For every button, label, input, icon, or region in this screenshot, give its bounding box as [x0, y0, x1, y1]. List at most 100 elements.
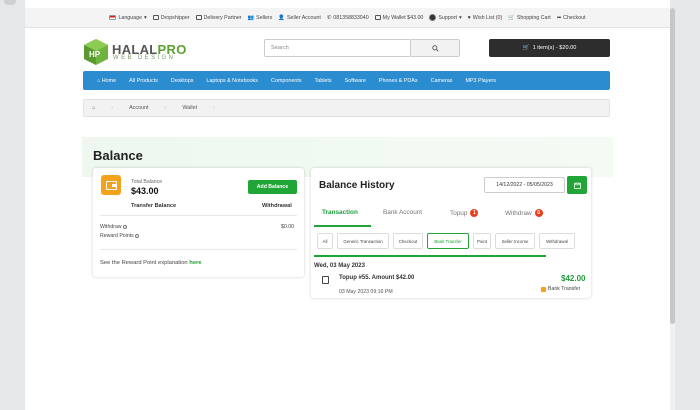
- nav-item-cameras[interactable]: Cameras: [431, 78, 453, 84]
- scrollbar[interactable]: [670, 8, 675, 410]
- info-icon[interactable]: [123, 224, 128, 229]
- divider: [100, 249, 297, 250]
- support-menu[interactable]: Support ▾: [429, 14, 462, 21]
- breadcrumb-separator: ›: [111, 105, 114, 111]
- breadcrumb-wallet[interactable]: Wallet: [182, 105, 197, 111]
- reward-points-label: Reward Points: [100, 233, 134, 239]
- reward-explanation: See the Reward Point explanation here: [100, 260, 202, 266]
- users-icon: 👥: [247, 14, 255, 21]
- language-label: Language: [118, 14, 143, 21]
- wallet-icon: [101, 175, 121, 195]
- nav-item-software[interactable]: Software: [345, 78, 366, 84]
- share-icon: ➦: [556, 14, 562, 21]
- home-icon[interactable]: ⌂: [92, 105, 95, 111]
- wish-list-label: Wish List (0): [472, 14, 503, 21]
- filter-generic-transaction[interactable]: Generic Transaction: [337, 233, 389, 249]
- phone-icon: ✆: [326, 14, 332, 21]
- shopping-cart-link[interactable]: 🛒 Shopping Cart: [508, 15, 550, 21]
- filter-withdrawal[interactable]: Withdrawal: [539, 233, 575, 249]
- calendar-button[interactable]: [567, 176, 587, 194]
- withdraw-row: Withdraw: [100, 224, 128, 230]
- search-input[interactable]: Search: [264, 39, 411, 57]
- transaction-description[interactable]: Topup #55. Amount $42.00: [339, 275, 414, 281]
- logo-cube-icon: HP: [84, 39, 108, 65]
- wish-list-link[interactable]: ♥ Wish List (0): [468, 15, 503, 21]
- transaction-date-header: Wed, 03 May 2023: [314, 263, 365, 269]
- site-logo[interactable]: HP HALALPRO WEB DESIGN: [83, 38, 213, 68]
- tab-label: Topup: [450, 209, 468, 217]
- tab-label: Bank Account: [383, 209, 423, 216]
- date-range-input[interactable]: 14/12/2022 - 05/05/2023: [484, 177, 565, 193]
- checkout-link[interactable]: ➦ Checkout: [557, 15, 586, 21]
- bank-icon: [541, 286, 546, 292]
- delivery-partner-link[interactable]: Delivery Partner: [195, 15, 242, 21]
- cart-icon: 🛒: [508, 14, 515, 21]
- window-control[interactable]: [4, 0, 16, 5]
- info-icon[interactable]: [135, 233, 140, 238]
- count-badge: 1: [470, 209, 479, 217]
- total-balance-label: Total Balance: [131, 179, 163, 185]
- search-button[interactable]: [411, 39, 460, 57]
- caret-down-icon: ▾: [458, 14, 462, 21]
- tab-transaction[interactable]: Transaction: [322, 209, 358, 216]
- nav-item-components[interactable]: Components: [271, 78, 302, 84]
- nav-item-home[interactable]: ⌂ Home: [97, 78, 116, 84]
- receipt-icon: [322, 276, 329, 284]
- filter-bank-transfer[interactable]: Bank Transfer: [427, 233, 469, 249]
- filter-point[interactable]: Point: [473, 233, 491, 249]
- cart-icon: 🛒: [522, 45, 530, 51]
- flag-icon: [109, 15, 117, 20]
- tab-topup[interactable]: Topup 1: [450, 209, 479, 217]
- svg-text:HP: HP: [89, 50, 101, 59]
- scrollbar-thumb[interactable]: [670, 8, 675, 324]
- sellers-label: Sellers: [256, 14, 273, 21]
- tab-withdraw[interactable]: Withdraw 0: [505, 209, 543, 217]
- total-balance-amount: $43.00: [131, 186, 159, 196]
- nav-label: Home: [101, 77, 117, 84]
- nav-item-mp3[interactable]: MP3 Players: [465, 78, 496, 84]
- withdrawal-link[interactable]: Withdrawal: [262, 203, 292, 209]
- shopping-cart-label: Shopping Cart: [516, 14, 551, 21]
- main-nav: ⌂ Home All Products Desktops Laptops & N…: [83, 71, 610, 90]
- balance-history-title: Balance History: [319, 180, 395, 191]
- breadcrumb-separator: ›: [164, 105, 167, 111]
- user-icon: 👤: [278, 14, 285, 21]
- nav-item-all-products[interactable]: All Products: [129, 78, 158, 84]
- checkout-label: Checkout: [563, 14, 586, 21]
- cart-button[interactable]: 🛒 1 item(s) - $20.00: [489, 39, 610, 57]
- phone-link[interactable]: ✆ 081358833040: [327, 15, 369, 21]
- nav-item-laptops[interactable]: Laptops & Notebooks: [206, 78, 258, 84]
- transaction-amount: $42.00: [561, 274, 586, 283]
- add-balance-button[interactable]: Add Balance: [248, 180, 297, 194]
- transfer-balance-link[interactable]: Transfer Balance: [131, 203, 176, 209]
- withdraw-value: $0.00: [281, 224, 294, 230]
- filter-all[interactable]: All: [317, 233, 333, 249]
- explanation-link[interactable]: here: [189, 260, 201, 266]
- nav-item-tablets[interactable]: Tablets: [315, 78, 332, 84]
- search-placeholder: Search: [271, 45, 289, 51]
- nav-item-phones[interactable]: Phones & PDAs: [379, 78, 418, 84]
- caret-down-icon: ▾: [144, 14, 147, 21]
- my-wallet-link[interactable]: My Wallet $43.00: [374, 15, 423, 21]
- filter-scroll-indicator: [314, 255, 546, 257]
- breadcrumb-account[interactable]: Account: [129, 105, 148, 111]
- top-utility-bar: Language ▾ Dropshipper Delivery Partner 👥…: [25, 8, 670, 28]
- seller-account-link[interactable]: 👤 Seller Account: [278, 15, 320, 21]
- page-title: Balance: [93, 148, 143, 163]
- history-tabs: Transaction Bank Account Topup 1 Withdraw…: [311, 204, 591, 227]
- tab-bank-account[interactable]: Bank Account: [383, 209, 422, 216]
- support-avatar-icon: [429, 14, 437, 21]
- truck-icon: [195, 15, 202, 20]
- seller-account-label: Seller Account: [286, 14, 321, 21]
- search-icon: [431, 44, 439, 52]
- wallet-icon: [374, 15, 381, 20]
- divider: [100, 215, 297, 216]
- logo-subtitle: WEB DESIGN: [113, 55, 176, 61]
- nav-item-desktops[interactable]: Desktops: [171, 78, 193, 84]
- sellers-link[interactable]: 👥 Sellers: [248, 15, 273, 21]
- dropshipper-link[interactable]: Dropshipper: [152, 15, 190, 21]
- filter-checkout[interactable]: Checkout: [393, 233, 423, 249]
- language-selector[interactable]: Language ▾: [109, 14, 147, 21]
- filter-seller-income[interactable]: Seller Income: [495, 233, 535, 249]
- breadcrumb-separator: ›: [213, 105, 215, 111]
